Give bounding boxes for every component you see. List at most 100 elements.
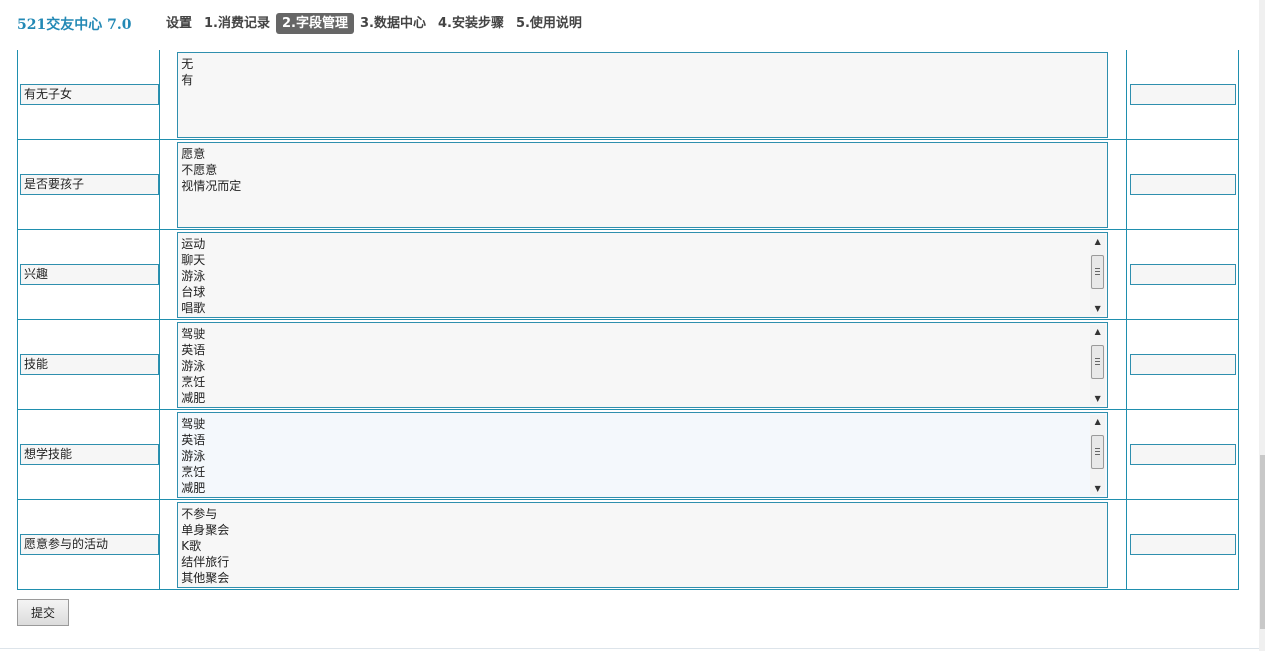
field-extra-input[interactable] xyxy=(1129,84,1236,105)
option-list: 驾驶 英语 游泳 烹饪 减肥 xyxy=(178,413,1107,497)
grip-line xyxy=(1095,447,1101,449)
field-label-cell: 愿意参与的活动 xyxy=(16,499,161,590)
scroll-thumb[interactable] xyxy=(1091,254,1105,289)
field-options-textarea[interactable]: 无有 xyxy=(177,51,1109,138)
option-item: 无 xyxy=(181,56,194,71)
option-item: 游泳 xyxy=(181,448,206,463)
field-extra-cell xyxy=(1125,409,1240,500)
field-table: 有无子女无有是否要孩子 愿意 不愿意 视情况而定 兴趣 运动 聊天 游泳 台球 唱歌 ▲ ▼ 技能 驾驶英… xyxy=(16,50,1240,590)
nav-settings[interactable]: 设置 xyxy=(160,13,198,34)
option-item: 不参与 xyxy=(181,506,218,521)
grip-line xyxy=(1095,450,1101,452)
option-item: 其他聚会 xyxy=(181,570,230,585)
field-row: 有无子女无有 xyxy=(16,50,1240,140)
submit-button[interactable]: 提交 xyxy=(17,599,69,626)
option-item: 有 xyxy=(181,72,194,87)
field-options-textarea[interactable]: 不参与 单身聚会 K歌 结伴旅行 其他聚会 xyxy=(177,501,1109,588)
field-options-cell: 运动 聊天 游泳 台球 唱歌 ▲ ▼ xyxy=(159,229,1127,320)
field-extra-cell xyxy=(1125,50,1240,140)
page: 521交友中心 7.0 设置 1.消费记录 2.字段管理 3.数据中心 4.安装… xyxy=(0,0,1265,651)
field-options-textarea[interactable]: 驾驶 英语 游泳 烹饪 减肥 ▲ ▼ xyxy=(177,321,1109,408)
textarea-scrollbar[interactable]: ▲ ▼ xyxy=(1090,324,1106,405)
scroll-down-arrow-icon[interactable]: ▼ xyxy=(1090,482,1105,495)
field-options-cell: 驾驶 英语 游泳 烹饪 减肥 ▲ ▼ xyxy=(159,409,1127,500)
page-scrollbar-thumb[interactable] xyxy=(1260,455,1265,629)
app-title: 521交友中心 7.0 xyxy=(17,17,132,33)
nav-data-center[interactable]: 3.数据中心 xyxy=(354,13,432,34)
field-extra-input[interactable] xyxy=(1129,354,1236,375)
textarea-scrollbar[interactable]: ▲ ▼ xyxy=(1090,234,1106,315)
page-scrollbar[interactable] xyxy=(1259,0,1265,651)
option-item: 游泳 xyxy=(181,358,206,373)
scroll-thumb[interactable] xyxy=(1091,344,1105,379)
field-options-cell: 驾驶 英语 游泳 烹饪 减肥 ▲ ▼ xyxy=(159,319,1127,410)
nav-consumption-records[interactable]: 1.消费记录 xyxy=(198,13,276,34)
field-extra-input[interactable] xyxy=(1129,264,1236,285)
field-name-input[interactable]: 是否要孩子 xyxy=(20,174,159,195)
field-name-input[interactable]: 想学技能 xyxy=(20,444,159,465)
option-item: 英语 xyxy=(181,342,206,357)
option-item: 烹饪 xyxy=(181,374,206,389)
option-item: 英语 xyxy=(181,432,206,447)
option-list: 愿意 不愿意 视情况而定 xyxy=(178,143,1107,197)
field-extra-input[interactable] xyxy=(1129,174,1236,195)
field-label-cell: 兴趣 xyxy=(16,229,161,320)
field-label-cell: 是否要孩子 xyxy=(16,139,161,230)
option-list: 无有 xyxy=(178,53,1107,91)
field-row: 技能 驾驶 英语 游泳 烹饪 减肥 ▲ ▼ xyxy=(16,319,1240,410)
option-item: 运动 xyxy=(181,236,206,251)
field-options-cell: 愿意 不愿意 视情况而定 xyxy=(159,139,1127,230)
option-item: 驾驶 xyxy=(181,326,206,341)
grip-line xyxy=(1095,363,1101,365)
field-row: 兴趣 运动 聊天 游泳 台球 唱歌 ▲ ▼ xyxy=(16,229,1240,320)
option-item: 唱歌 xyxy=(181,300,206,315)
scroll-up-arrow-icon[interactable]: ▲ xyxy=(1090,415,1105,428)
grip-line xyxy=(1095,453,1101,455)
field-name-input[interactable]: 兴趣 xyxy=(20,264,159,285)
field-row: 想学技能 驾驶 英语 游泳 烹饪 减肥 ▲ ▼ xyxy=(16,409,1240,500)
grip-line xyxy=(1095,270,1101,272)
field-label-cell: 想学技能 xyxy=(16,409,161,500)
grip-line xyxy=(1095,267,1101,269)
textarea-scrollbar[interactable]: ▲ ▼ xyxy=(1090,414,1106,495)
field-name-input[interactable]: 技能 xyxy=(20,354,159,375)
field-extra-cell xyxy=(1125,499,1240,590)
field-options-cell: 无有 xyxy=(159,50,1127,140)
option-item: 不愿意 xyxy=(181,162,218,177)
field-extra-input[interactable] xyxy=(1129,444,1236,465)
field-extra-cell xyxy=(1125,139,1240,230)
option-item: 减肥 xyxy=(181,480,206,495)
option-item: 愿意 xyxy=(181,146,206,161)
option-list: 驾驶 英语 游泳 烹饪 减肥 xyxy=(178,323,1107,407)
scroll-up-arrow-icon[interactable]: ▲ xyxy=(1090,325,1105,338)
option-item: 聊天 xyxy=(181,252,206,267)
option-item: 减肥 xyxy=(181,390,206,405)
scroll-down-arrow-icon[interactable]: ▼ xyxy=(1090,392,1105,405)
option-list: 不参与 单身聚会 K歌 结伴旅行 其他聚会 xyxy=(178,503,1107,587)
bottom-divider xyxy=(0,648,1259,649)
top-nav: 设置 1.消费记录 2.字段管理 3.数据中心 4.安装步骤 5.使用说明 xyxy=(160,13,588,34)
field-options-textarea[interactable]: 运动 聊天 游泳 台球 唱歌 ▲ ▼ xyxy=(177,231,1109,318)
option-item: 烹饪 xyxy=(181,464,206,479)
field-row: 愿意参与的活动 不参与 单身聚会 K歌 结伴旅行 其他聚会 xyxy=(16,499,1240,590)
field-extra-cell xyxy=(1125,229,1240,320)
field-name-input[interactable]: 有无子女 xyxy=(20,84,159,105)
option-item: 游泳 xyxy=(181,268,206,283)
option-item: 驾驶 xyxy=(181,416,206,431)
field-options-textarea[interactable]: 驾驶 英语 游泳 烹饪 减肥 ▲ ▼ xyxy=(177,411,1109,498)
nav-usage-guide[interactable]: 5.使用说明 xyxy=(510,13,588,34)
scroll-down-arrow-icon[interactable]: ▼ xyxy=(1090,302,1105,315)
scroll-up-arrow-icon[interactable]: ▲ xyxy=(1090,235,1105,248)
scroll-thumb[interactable] xyxy=(1091,434,1105,469)
nav-field-management[interactable]: 2.字段管理 xyxy=(276,13,354,34)
option-item: K歌 xyxy=(181,538,202,553)
grip-line xyxy=(1095,360,1101,362)
option-item: 台球 xyxy=(181,284,206,299)
option-list: 运动 聊天 游泳 台球 唱歌 xyxy=(178,233,1107,317)
field-options-cell: 不参与 单身聚会 K歌 结伴旅行 其他聚会 xyxy=(159,499,1127,590)
field-options-textarea[interactable]: 愿意 不愿意 视情况而定 xyxy=(177,141,1109,228)
field-extra-input[interactable] xyxy=(1129,534,1236,555)
field-name-input[interactable]: 愿意参与的活动 xyxy=(20,534,159,555)
grip-line xyxy=(1095,357,1101,359)
nav-install-steps[interactable]: 4.安装步骤 xyxy=(432,13,510,34)
